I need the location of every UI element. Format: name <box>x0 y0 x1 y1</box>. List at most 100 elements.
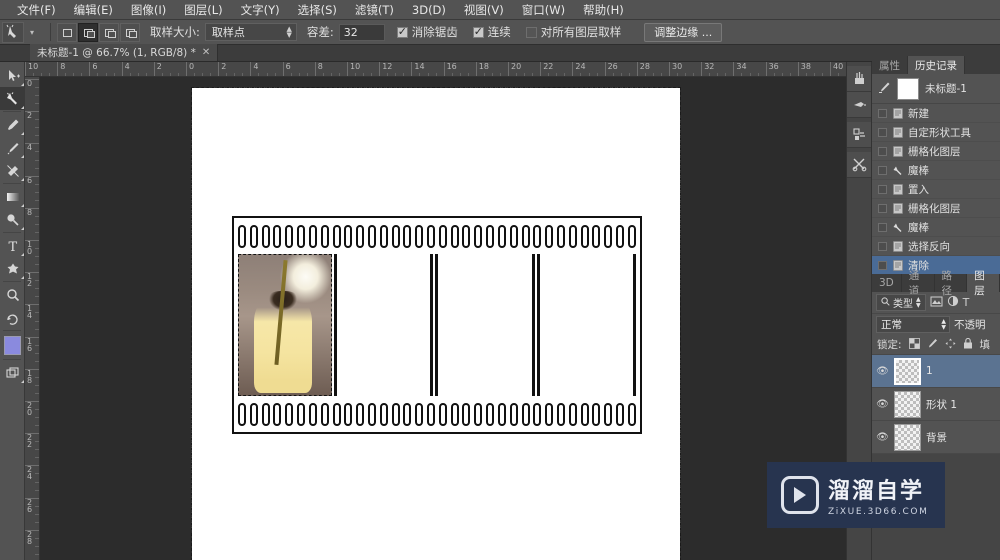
contiguous-checkbox[interactable]: 连续 <box>472 24 516 40</box>
adjustments-icon[interactable] <box>847 122 871 148</box>
foreground-color-swatch[interactable] <box>0 332 25 358</box>
lock-image-pixels-icon[interactable] <box>927 338 938 352</box>
close-icon[interactable]: ✕ <box>202 47 210 58</box>
vertical-ruler[interactable]: 024681012141618202224262830 <box>25 77 40 560</box>
history-item[interactable]: 栅格化图层 <box>872 199 1000 218</box>
menu-item-select[interactable]: 选择(S) <box>289 0 346 20</box>
history-item[interactable]: 栅格化图层 <box>872 142 1000 161</box>
history-item[interactable]: 选择反向 <box>872 237 1000 256</box>
history-snapshot-toggle[interactable] <box>878 260 887 270</box>
menu-item-image[interactable]: 图像(I) <box>122 0 175 20</box>
document-tab[interactable]: 未标题-1 @ 66.7% (1, RGB/8) * ✕ <box>30 44 219 61</box>
blur-tool[interactable] <box>0 208 25 231</box>
active-tool-icon[interactable] <box>2 21 24 43</box>
eyedropper-tool[interactable] <box>0 113 25 136</box>
zoom-tool[interactable] <box>0 283 25 306</box>
menu-item-help[interactable]: 帮助(H) <box>574 0 633 20</box>
tab-layers[interactable]: 图层 <box>967 270 1000 297</box>
eye-icon[interactable]: 👁 <box>876 399 889 410</box>
type-tool[interactable]: T <box>0 234 25 257</box>
lock-all-icon[interactable] <box>963 337 973 352</box>
subtract-from-selection-button[interactable] <box>99 22 119 42</box>
canvas-area[interactable] <box>40 77 870 560</box>
clone-source-icon[interactable] <box>847 152 871 178</box>
sample-size-select[interactable]: 取样点 ▲ ▼ <box>204 23 297 41</box>
add-to-selection-button[interactable] <box>78 22 98 42</box>
history-item[interactable]: 魔棒 <box>872 161 1000 180</box>
placed-photo[interactable] <box>238 254 332 396</box>
history-snapshot-toggle[interactable] <box>878 222 887 232</box>
history-snapshot-toggle[interactable] <box>878 146 887 156</box>
lock-transparent-pixels-icon[interactable] <box>908 337 920 352</box>
new-selection-button[interactable] <box>57 22 77 42</box>
filmstrip-frame-empty-1[interactable] <box>333 254 433 396</box>
tool-preset-icon[interactable] <box>847 92 871 118</box>
document-canvas[interactable] <box>191 87 681 560</box>
layer-thumbnail[interactable] <box>894 423 921 451</box>
lock-position-icon[interactable] <box>945 338 956 352</box>
history-item[interactable]: 魔棒 <box>872 218 1000 237</box>
menu-item-type[interactable]: 文字(Y) <box>232 0 289 20</box>
menu-item-3d[interactable]: 3D(D) <box>403 0 455 20</box>
checkbox-icon <box>472 25 484 38</box>
layer-row[interactable]: 👁 1 <box>872 355 1000 388</box>
tab-paths[interactable]: 路径 <box>934 270 968 297</box>
brush-panel-icon[interactable] <box>847 66 871 92</box>
tab-properties[interactable]: 属性 <box>872 56 908 74</box>
history-snapshot-toggle[interactable] <box>878 108 887 118</box>
eye-icon[interactable]: 👁 <box>876 432 889 443</box>
custom-shape-tool[interactable] <box>0 257 25 280</box>
history-snapshot-toggle[interactable] <box>878 127 887 137</box>
rotate-view-tool[interactable] <box>0 306 25 329</box>
brush-tool[interactable] <box>0 136 25 159</box>
layer-filter-type-select[interactable]: 类型 ▲ ▼ <box>876 294 926 311</box>
menu-item-window[interactable]: 窗口(W) <box>513 0 574 20</box>
layer-row[interactable]: 👁 背景 <box>872 421 1000 454</box>
menu-item-file[interactable]: 文件(F) <box>8 0 65 20</box>
ruler-tick-minor-v <box>35 296 39 298</box>
eye-icon[interactable]: 👁 <box>876 366 889 377</box>
layer-row[interactable]: 👁 形状 1 <box>872 388 1000 421</box>
doc-icon <box>892 202 903 214</box>
perforation-bottom <box>261 402 270 426</box>
sample-all-layers-checkbox[interactable]: 对所有图层取样 <box>525 24 627 40</box>
history-snapshot-toggle[interactable] <box>878 241 887 251</box>
menu-item-view[interactable]: 视图(V) <box>455 0 513 20</box>
filter-pixel-icon[interactable] <box>930 296 943 310</box>
tab-3d[interactable]: 3D <box>872 274 902 292</box>
menu-item-layer[interactable]: 图层(L) <box>175 0 231 20</box>
screen-mode-tool[interactable] <box>0 361 25 384</box>
filmstrip-frame-empty-3[interactable] <box>536 254 636 396</box>
history-item[interactable]: 自定形状工具 <box>872 123 1000 142</box>
tool-preset-caret-icon[interactable]: ▾ <box>26 28 38 37</box>
filmstrip-frame-photo[interactable] <box>238 254 332 396</box>
menu-item-edit[interactable]: 编辑(E) <box>65 0 122 20</box>
magic-wand-tool[interactable] <box>0 87 25 110</box>
move-tool[interactable] <box>0 64 25 87</box>
filmstrip-artwork[interactable] <box>232 216 642 434</box>
history-item[interactable]: 新建 <box>872 104 1000 123</box>
filmstrip-frame-empty-2[interactable] <box>435 254 535 396</box>
perforation-bottom <box>556 402 565 426</box>
antialias-checkbox[interactable]: 消除锯齿 <box>396 24 463 40</box>
filter-adjustment-icon[interactable] <box>947 295 959 310</box>
tab-history[interactable]: 历史记录 <box>908 56 965 74</box>
menu-item-filter[interactable]: 滤镜(T) <box>346 0 403 20</box>
horizontal-ruler[interactable]: 10 8 6 4 2 0 2 4 6 8 10 12 14 16 18 20 22 24 26 28 30 32 34 36 3… <box>25 62 870 77</box>
gradient-tool[interactable] <box>0 185 25 208</box>
filter-type-icon[interactable]: T <box>963 296 970 309</box>
tab-channels[interactable]: 通道 <box>901 270 935 297</box>
sample-size-value: 取样点 <box>211 26 245 39</box>
refine-edge-button[interactable]: 调整边缘 ... <box>644 22 723 42</box>
eraser-tool[interactable] <box>0 159 25 182</box>
history-snapshot-row[interactable]: 未标题-1 <box>872 74 1000 104</box>
history-item[interactable]: 置入 <box>872 180 1000 199</box>
history-snapshot-toggle[interactable] <box>878 203 887 213</box>
layer-thumbnail[interactable] <box>894 357 921 385</box>
tolerance-input[interactable]: 32 <box>338 23 385 41</box>
blend-mode-select[interactable]: 正常 ▲ ▼ <box>876 316 950 333</box>
history-snapshot-toggle[interactable] <box>878 165 887 175</box>
intersect-selection-button[interactable] <box>120 22 140 42</box>
history-snapshot-toggle[interactable] <box>878 184 887 194</box>
layer-thumbnail[interactable] <box>894 390 921 418</box>
